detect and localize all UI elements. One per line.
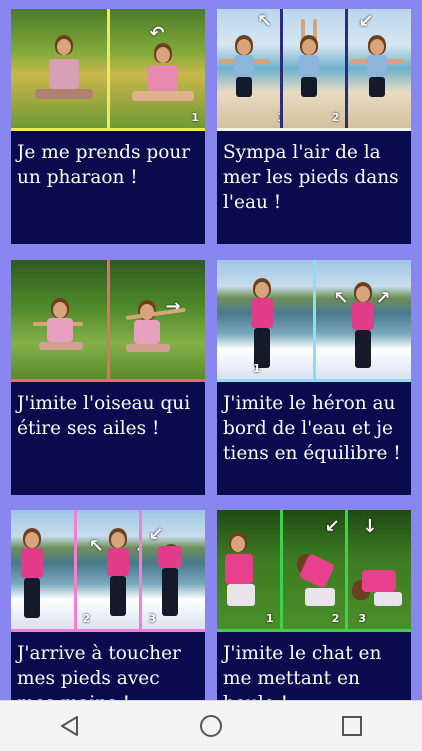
photo-panel: [11, 510, 74, 629]
arrow-up-left-icon: ↖: [257, 11, 273, 32]
arrow-up-right-icon: ↗: [375, 288, 391, 309]
exercise-photo: ↶ 1: [11, 9, 205, 131]
photo-panel: 1: [217, 510, 280, 629]
arrow-up-left-icon: ↖: [333, 288, 349, 309]
curved-arrow-icon: ↶: [149, 23, 165, 44]
back-button[interactable]: [40, 706, 100, 746]
exercise-grid: ↶ 1 Je me prends pour un pharaon ! ↖ 1: [0, 0, 422, 700]
step-number: 3: [358, 612, 366, 625]
exercise-caption: Je me prends pour un pharaon !: [17, 142, 191, 188]
step-number: 1: [253, 362, 261, 375]
photo-panel: [11, 9, 107, 128]
exercise-photo: ↖ 1 2 ↙: [217, 9, 411, 131]
step-number: 3: [148, 612, 156, 625]
exercise-photo: →: [11, 260, 205, 382]
exercise-card-pharaoh[interactable]: ↶ 1 Je me prends pour un pharaon !: [11, 9, 205, 244]
photo-panel: 1: [217, 260, 313, 379]
exercise-caption: J'imite le héron au bord de l'eau et je …: [223, 393, 401, 464]
exercise-caption: J'arrive à toucher mes pieds avec mes ma…: [17, 643, 181, 700]
photo-panel: [11, 260, 107, 379]
step-number: 2: [331, 612, 340, 625]
exercise-card-heron[interactable]: 1 ↖ ↗ J'imite le héron au bord de l'eau …: [217, 260, 411, 495]
arrow-down-left-icon: ↙: [324, 516, 340, 537]
exercise-photo: 1 ↖ ↗: [217, 260, 411, 382]
photo-panel: ↖ ↗: [312, 260, 411, 379]
exercise-card-toes[interactable]: ↖ ↗ 2 ↙ 3 J'arrive à toucher mes pieds a…: [11, 510, 205, 700]
exercise-caption: J'imite le chat en me mettant en boule !: [223, 643, 382, 700]
system-navigation-bar: [0, 700, 422, 751]
photo-panel: ↙ 2: [279, 510, 346, 629]
back-triangle-icon: [61, 716, 79, 736]
photo-panel: 2: [279, 9, 346, 128]
photo-panel: →: [106, 260, 205, 379]
exercise-caption: J'imite l'oiseau qui étire ses ailes !: [17, 393, 191, 439]
exercise-card-cat[interactable]: 1 ↙ 2 ↓ 3 J'imite le chat en me mettant …: [217, 510, 411, 700]
photo-panel: ↙: [345, 9, 411, 128]
recents-button[interactable]: [322, 706, 382, 746]
exercise-photo: ↖ ↗ 2 ↙ 3: [11, 510, 205, 632]
home-circle-icon: [199, 715, 222, 737]
arrow-up-left-icon: ↖: [88, 536, 104, 557]
photo-panel: ↓ 3: [345, 510, 411, 629]
home-button[interactable]: [181, 706, 241, 746]
step-number: 1: [266, 612, 274, 625]
arrow-down-left-icon: ↙: [358, 11, 374, 32]
exercise-card-bird[interactable]: → J'imite l'oiseau qui étire ses ailes !: [11, 260, 205, 495]
step-number: 1: [191, 111, 199, 124]
exercise-card-sea[interactable]: ↖ 1 2 ↙: [217, 9, 411, 244]
step-number: 2: [82, 612, 91, 625]
arrow-down-icon: ↓: [362, 516, 378, 537]
step-number: 2: [331, 111, 340, 124]
photo-panel: ↖ ↗ 2: [73, 510, 140, 629]
photo-panel: ↖ 1: [217, 9, 280, 128]
photo-panel: ↙ 3: [139, 510, 205, 629]
arrow-down-left-icon: ↙: [148, 524, 164, 545]
exercise-photo: 1 ↙ 2 ↓ 3: [217, 510, 411, 632]
recents-square-icon: [341, 716, 362, 736]
exercise-caption: Sympa l'air de la mer les pieds dans l'e…: [223, 142, 399, 213]
photo-panel: ↶ 1: [106, 9, 205, 128]
